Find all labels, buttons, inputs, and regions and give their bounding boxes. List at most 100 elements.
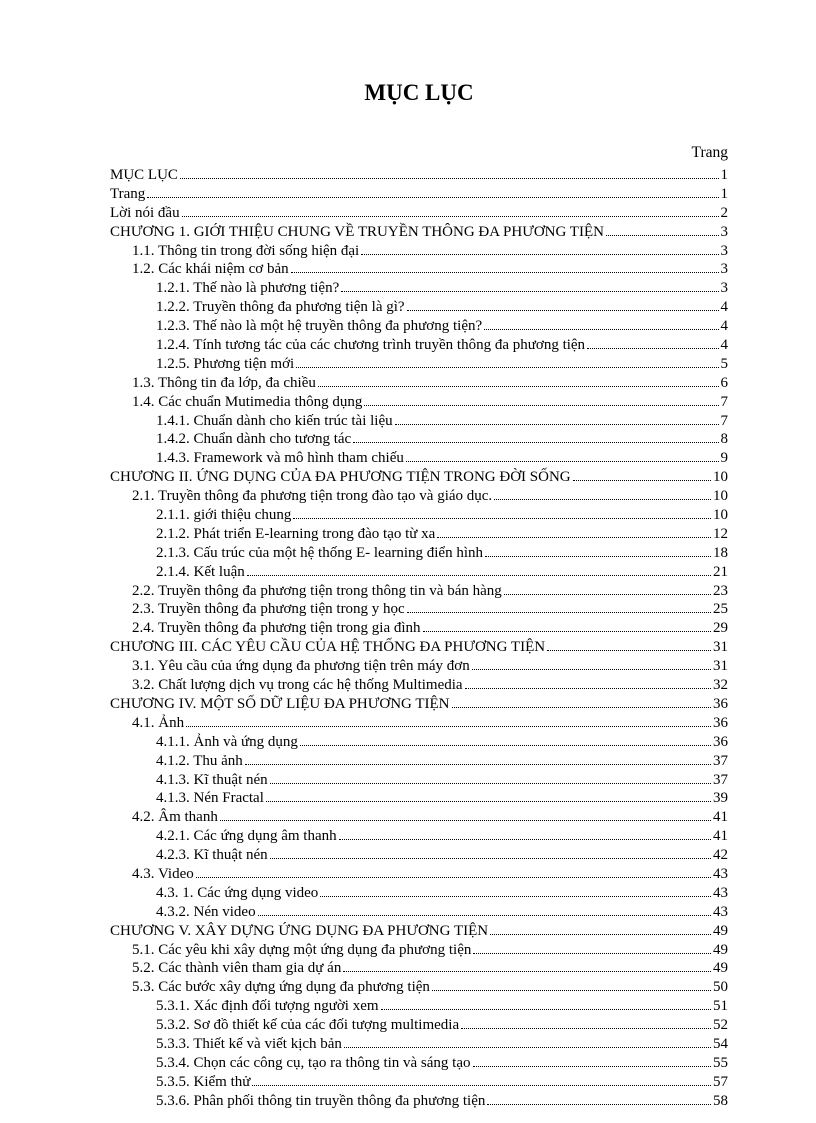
toc-leader [320, 896, 711, 897]
toc-entry-label: CHƯƠNG 1. GIỚI THIỆU CHUNG VỀ TRUYỀN THÔ… [110, 223, 604, 242]
toc-entry-label: 4.2.1. Các ứng dụng âm thanh [156, 827, 337, 846]
toc-leader [406, 461, 719, 462]
toc-entry: 1.2.2. Truyền thông đa phương tiện là gì… [156, 298, 728, 317]
toc-leader [245, 764, 711, 765]
toc-leader [587, 348, 718, 349]
toc-entry-label: 1.4.3. Framework và mô hình tham chiếu [156, 449, 404, 468]
toc-entry: CHƯƠNG II. ỨNG DỤNG CỦA ĐA PHƯƠNG TIỆN T… [110, 468, 728, 487]
toc-entry-page: 9 [721, 449, 729, 468]
toc-entry-page: 18 [713, 544, 728, 563]
toc-entry: 2.3. Truyền thông đa phương tiện trong y… [132, 600, 728, 619]
toc-entry: 5.3.5. Kiểm thử 57 [156, 1073, 728, 1092]
toc-entry-page: 1 [721, 166, 729, 185]
toc-entry-label: 2.1. Truyền thông đa phương tiện trong đ… [132, 487, 492, 506]
toc-entry-page: 51 [713, 997, 728, 1016]
toc-leader [343, 971, 711, 972]
toc-entry: CHƯƠNG IV. MỘT SỐ DỮ LIỆU ĐA PHƯƠNG TIỆN… [110, 695, 728, 714]
toc-leader [606, 235, 719, 236]
toc-leader [473, 1066, 711, 1067]
toc-entry-label: Trang [110, 185, 145, 204]
toc-entry-page: 2 [721, 204, 729, 223]
toc-entry-label: 1.4. Các chuẩn Mutimedia thông dụng [132, 393, 362, 412]
toc-entry-label: 4.2. Âm thanh [132, 808, 218, 827]
toc-entry-page: 10 [713, 506, 728, 525]
toc-entry-label: CHƯƠNG III. CÁC YÊU CẦU CỦA HỆ THỐNG ĐA … [110, 638, 545, 657]
toc-leader [291, 272, 719, 273]
toc-leader [300, 745, 711, 746]
toc-entry-page: 12 [713, 525, 728, 544]
toc-leader [573, 480, 711, 481]
toc-entry-page: 3 [721, 260, 729, 279]
toc-leader [423, 631, 711, 632]
toc-entry: 4.1.1. Ảnh và ứng dụng 36 [156, 733, 728, 752]
toc-entry: 4.1.3. Nén Fractal 39 [156, 789, 728, 808]
toc-entry: 4.2. Âm thanh41 [132, 808, 728, 827]
toc-leader [381, 1009, 711, 1010]
toc-entry: 5.3. Các bước xây dựng ứng dụng đa phươn… [132, 978, 728, 997]
toc-entry-page: 10 [713, 487, 728, 506]
toc-entry-page: 49 [713, 959, 728, 978]
toc-leader [220, 820, 711, 821]
toc-entry: 1.3. Thông tin đa lớp, đa chiều 6 [132, 374, 728, 393]
toc-leader [547, 650, 711, 651]
toc-entry-label: 5.3.3. Thiết kế và viết kịch bản [156, 1035, 342, 1054]
toc-entry: 5.3.2. Sơ đồ thiết kế của các đối tượng … [156, 1016, 728, 1035]
toc-entry: 4.1.3. Kĩ thuật nén 37 [156, 771, 728, 790]
toc-entry-label: 2.1.2. Phát triển E-learning trong đào t… [156, 525, 435, 544]
toc-entry-label: 1.2. Các khái niệm cơ bản [132, 260, 289, 279]
toc-entry: 1.4.2. Chuẩn dành cho tương tác 8 [156, 430, 728, 449]
toc-entry: 1.1. Thông tin trong đời sống hiện đại 3 [132, 242, 728, 261]
toc-entry: 1.4. Các chuẩn Mutimedia thông dụng 7 [132, 393, 728, 412]
toc-entry-page: 43 [713, 903, 728, 922]
toc-leader [473, 953, 711, 954]
toc-entry-label: 1.3. Thông tin đa lớp, đa chiều [132, 374, 316, 393]
toc-entry-label: 3.1. Yêu cầu của ứng dụng đa phương tiện… [132, 657, 470, 676]
toc-entry-label: 5.3. Các bước xây dựng ứng dụng đa phươn… [132, 978, 430, 997]
table-of-contents: MỤC LỤC1Trang 1Lời nói đầu 2CHƯƠNG 1. GI… [110, 166, 728, 1111]
toc-entry-page: 1 [721, 185, 729, 204]
toc-entry-label: 1.2.2. Truyền thông đa phương tiện là gì… [156, 298, 405, 317]
toc-entry: 4.1.2. Thu ảnh 37 [156, 752, 728, 771]
toc-entry-label: CHƯƠNG IV. MỘT SỐ DỮ LIỆU ĐA PHƯƠNG TIỆN [110, 695, 450, 714]
toc-entry-label: 2.4. Truyền thông đa phương tiện trong g… [132, 619, 421, 638]
toc-entry: 2.1.2. Phát triển E-learning trong đào t… [156, 525, 728, 544]
toc-entry: 2.2. Truyền thông đa phương tiện trong t… [132, 582, 728, 601]
toc-entry-label: 2.2. Truyền thông đa phương tiện trong t… [132, 582, 502, 601]
toc-entry: CHƯƠNG 1. GIỚI THIỆU CHUNG VỀ TRUYỀN THÔ… [110, 223, 728, 242]
toc-entry-label: 4.1.3. Nén Fractal [156, 789, 264, 808]
toc-entry-label: 4.2.3. Kĩ thuật nén [156, 846, 268, 865]
toc-entry: CHƯƠNG V. XÂY DỰNG ỨNG DỤNG ĐA PHƯƠNG TI… [110, 922, 728, 941]
toc-entry-label: 4.3. 1. Các ứng dụng video [156, 884, 318, 903]
toc-leader [472, 669, 711, 670]
toc-entry-page: 55 [713, 1054, 728, 1073]
toc-entry-label: 1.4.2. Chuẩn dành cho tương tác [156, 430, 351, 449]
toc-entry: 2.1.4. Kết luận 21 [156, 563, 728, 582]
toc-leader [487, 1104, 711, 1105]
toc-leader [504, 594, 711, 595]
toc-leader [293, 518, 711, 519]
toc-leader [490, 934, 711, 935]
toc-entry-label: 1.2.1. Thế nào là phương tiện? [156, 279, 339, 298]
toc-leader [318, 386, 719, 387]
toc-entry-label: 2.1.4. Kết luận [156, 563, 245, 582]
toc-leader [247, 575, 711, 576]
toc-leader [452, 707, 711, 708]
toc-leader [186, 726, 711, 727]
toc-entry-page: 54 [713, 1035, 728, 1054]
toc-entry: 2.1.1. giới thiệu chung 10 [156, 506, 728, 525]
toc-leader [182, 216, 719, 217]
toc-entry: 5.2. Các thành viên tham gia dự án49 [132, 959, 728, 978]
toc-leader [395, 424, 719, 425]
toc-leader [180, 178, 719, 179]
toc-entry-page: 36 [713, 733, 728, 752]
toc-entry-page: 39 [713, 789, 728, 808]
toc-leader [270, 783, 711, 784]
toc-entry-page: 31 [713, 657, 728, 676]
toc-entry-page: 43 [713, 884, 728, 903]
toc-entry-page: 49 [713, 941, 728, 960]
toc-entry-page: 32 [713, 676, 728, 695]
toc-entry-page: 57 [713, 1073, 728, 1092]
toc-entry-page: 36 [713, 695, 728, 714]
toc-entry-label: CHƯƠNG V. XÂY DỰNG ỨNG DỤNG ĐA PHƯƠNG TI… [110, 922, 488, 941]
toc-entry-page: 23 [713, 582, 728, 601]
